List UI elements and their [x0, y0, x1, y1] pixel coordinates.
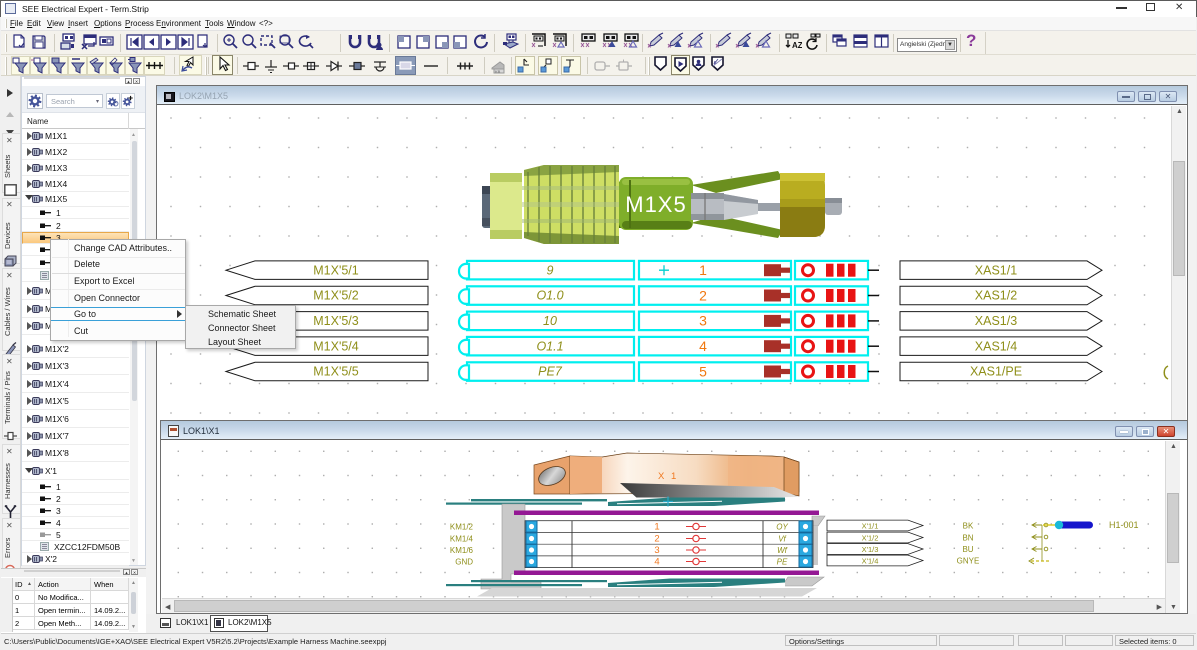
svg-text:Wf: Wf	[777, 546, 788, 555]
svg-text:KB: KB	[495, 69, 501, 74]
svg-text:O1.1: O1.1	[536, 339, 563, 353]
svg-text:XAS1/2: XAS1/2	[975, 289, 1017, 303]
svg-text:M1X'5/2: M1X'5/2	[313, 289, 359, 303]
svg-text:XAS1/1: XAS1/1	[975, 263, 1017, 277]
svg-text:5: 5	[699, 363, 707, 379]
svg-text:4: 4	[699, 338, 707, 354]
svg-text:2: 2	[654, 534, 659, 545]
svg-text:M1X'5/5: M1X'5/5	[313, 365, 359, 379]
svg-text:GND: GND	[455, 557, 473, 566]
svg-text:X'1/3: X'1/3	[862, 545, 879, 554]
svg-text:M1X'5/1: M1X'5/1	[313, 263, 359, 277]
svg-text:M1X5: M1X5	[625, 192, 686, 217]
svg-text:PE7: PE7	[538, 365, 563, 379]
svg-text:BU: BU	[962, 545, 973, 554]
svg-text:X'1/2: X'1/2	[862, 533, 879, 542]
svg-text:H1-001: H1-001	[1109, 520, 1139, 530]
svg-text:XAS1/PE: XAS1/PE	[970, 365, 1022, 379]
svg-text:XAS1/3: XAS1/3	[975, 314, 1017, 328]
svg-text:AZ: AZ	[792, 41, 802, 50]
svg-text:BN: BN	[962, 533, 973, 542]
svg-text:3: 3	[654, 545, 659, 556]
svg-text:BK: BK	[963, 521, 974, 530]
svg-text:KM1/4: KM1/4	[450, 534, 474, 543]
svg-text:X'1/4: X'1/4	[862, 556, 879, 565]
svg-text:KM1/6: KM1/6	[450, 546, 474, 555]
svg-text:M1X'5/4: M1X'5/4	[313, 339, 359, 353]
svg-text:4: 4	[654, 557, 659, 568]
svg-text:XAS1/4: XAS1/4	[975, 339, 1017, 353]
svg-text:O1.0: O1.0	[536, 289, 563, 303]
svg-text:3: 3	[699, 313, 707, 329]
svg-text:X 1: X 1	[658, 471, 678, 482]
svg-text:Vf: Vf	[778, 534, 786, 543]
svg-text:1: 1	[654, 522, 659, 533]
svg-text:GNYE: GNYE	[957, 556, 980, 565]
svg-text:1: 1	[699, 262, 707, 278]
svg-text:10: 10	[543, 314, 557, 328]
svg-text:2: 2	[699, 287, 707, 303]
svg-text:KM1/2: KM1/2	[450, 522, 474, 531]
svg-text:OY: OY	[776, 522, 788, 531]
svg-text:X'1/1: X'1/1	[862, 521, 879, 530]
svg-text:9: 9	[547, 263, 554, 277]
svg-text:M1X'5/3: M1X'5/3	[313, 314, 359, 328]
svg-text:PE: PE	[777, 557, 788, 566]
